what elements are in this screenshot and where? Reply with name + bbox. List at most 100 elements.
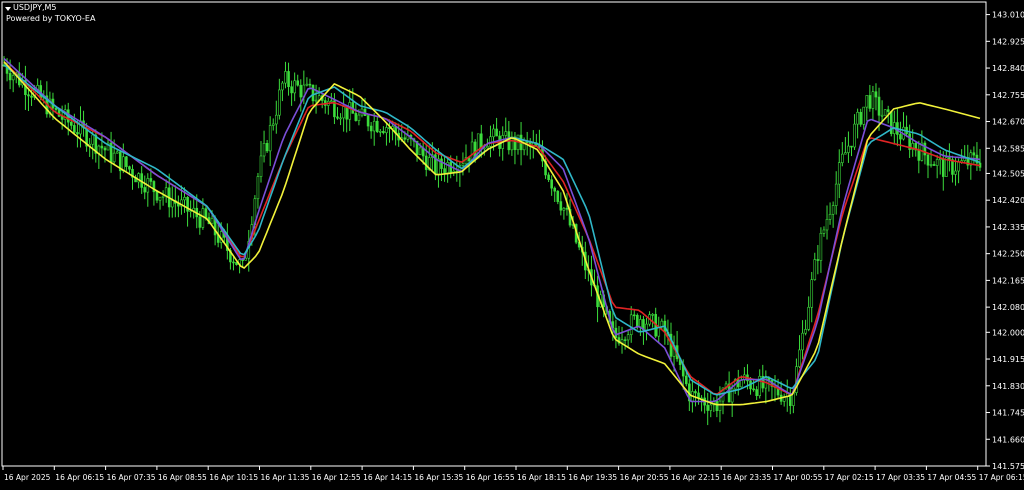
x-tick-label: 16 Apr 20:55 [620, 473, 669, 482]
candle-body [623, 339, 627, 342]
candle-body [935, 159, 939, 166]
candle-body [636, 314, 639, 327]
candle-body [470, 141, 474, 162]
candle-body [125, 156, 128, 167]
y-tick-label: 142.420 [992, 196, 1024, 205]
candle-body [859, 111, 862, 125]
x-tick-label: 17 Apr 02:15 [825, 473, 874, 482]
candle-body [76, 132, 79, 135]
candle-body [271, 123, 275, 126]
candle-body [122, 156, 125, 172]
candle-body [357, 114, 361, 121]
candle-body [694, 391, 697, 394]
candle-body [492, 128, 495, 138]
moving-average-line-1 [3, 61, 981, 395]
x-tick-label: 17 Apr 00:55 [774, 473, 823, 482]
candle-body [886, 109, 890, 112]
candle-body [874, 91, 878, 98]
candle-body [372, 120, 376, 132]
candle-body [265, 143, 269, 152]
x-tick-label: 16 Apr 22:15 [671, 473, 720, 482]
candle-body [941, 158, 945, 177]
candle-body [73, 125, 76, 133]
candle-body [856, 111, 859, 125]
candle-body [232, 261, 235, 264]
candle-body [837, 162, 841, 185]
candle-body [149, 178, 153, 182]
candle-body [128, 166, 131, 170]
candle-body [30, 95, 33, 98]
candle-body [632, 314, 636, 317]
y-tick-label: 142.925 [992, 37, 1024, 46]
candle-body [486, 146, 489, 149]
candle-body [556, 190, 560, 202]
candle-body [366, 115, 370, 127]
candle-body [403, 137, 407, 140]
candle-body [917, 149, 921, 161]
candle-body [345, 106, 348, 120]
candle-body [847, 145, 850, 153]
candle-body [810, 279, 814, 308]
x-tick-label: 16 Apr 10:15 [209, 473, 258, 482]
candle-body [938, 158, 942, 161]
candle-body [170, 200, 174, 208]
candle-body [504, 131, 508, 136]
candle-body [822, 229, 826, 234]
x-tick-label: 16 Apr 2025 [4, 473, 51, 482]
y-tick-label: 142.840 [992, 64, 1024, 73]
candle-body [951, 159, 954, 175]
y-tick-label: 142.335 [992, 223, 1024, 232]
candle-body [932, 164, 936, 166]
candle-body [850, 145, 853, 148]
candle-body [929, 164, 933, 166]
symbol-dropdown-icon[interactable] [5, 7, 11, 11]
price-axis: 143.010 142.925 142.840 142.755 142.670 142.5… [986, 11, 1024, 471]
candle-body [862, 106, 866, 125]
candle-body [103, 147, 107, 151]
candle-body [825, 219, 829, 231]
candle-body [11, 75, 15, 81]
candle-body [143, 187, 147, 193]
y-tick-label: 141.915 [992, 355, 1024, 364]
x-tick-label: 16 Apr 14:15 [363, 473, 412, 482]
y-tick-label: 141.745 [992, 409, 1024, 418]
candle-body [201, 208, 205, 228]
candle-body [379, 131, 382, 133]
candle-body [899, 134, 902, 140]
candle-body [868, 95, 872, 109]
candle-body [550, 179, 553, 189]
candle-body [369, 125, 373, 132]
candle-body [290, 86, 293, 94]
x-tick-label: 16 Apr 08:55 [158, 473, 207, 482]
candle-body [684, 375, 688, 385]
candle-body [461, 163, 465, 166]
candle-body [268, 125, 272, 152]
moving-average-line-3 [3, 64, 981, 396]
candle-body [158, 196, 162, 201]
powered-by-label: Powered by TOKYO-EA [6, 14, 96, 23]
candle-body [54, 107, 58, 110]
candle-body [626, 334, 630, 341]
y-tick-label: 142.250 [992, 250, 1024, 259]
candle-body [354, 113, 358, 121]
candle-body [204, 208, 208, 218]
candle-body [883, 109, 887, 116]
candle-body [479, 133, 483, 149]
candle-body [629, 314, 633, 336]
candle-body [798, 349, 801, 367]
candle-body [639, 319, 642, 327]
candle-body [27, 94, 30, 97]
x-tick-label: 17 Apr 04:55 [927, 473, 976, 482]
x-tick-label: 16 Apr 15:35 [414, 473, 463, 482]
candle-body [330, 100, 333, 103]
candle-body [957, 161, 960, 172]
candle-body [440, 158, 443, 169]
candle-body [336, 116, 339, 119]
candle-body [305, 83, 309, 86]
price-chart[interactable]: 143.010 142.925 142.840 142.755 142.670 142.5… [0, 0, 1024, 490]
candle-body [871, 91, 875, 109]
y-tick-label: 142.755 [992, 91, 1024, 100]
candle-body [70, 121, 73, 126]
candle-body [262, 143, 266, 157]
candle-body [853, 123, 856, 148]
